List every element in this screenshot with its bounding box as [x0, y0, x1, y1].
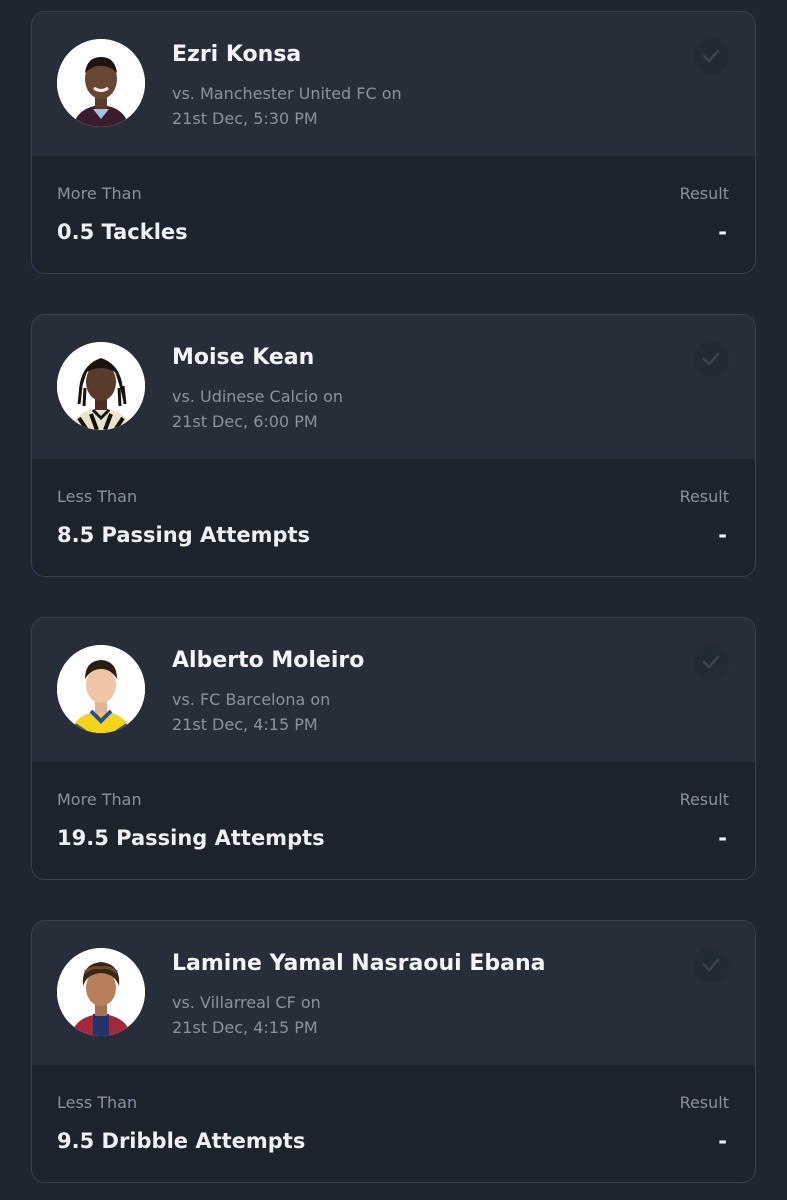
player-name: Alberto Moleiro: [172, 648, 365, 673]
player-name: Ezri Konsa: [172, 42, 302, 67]
pick-card[interactable]: Ezri Konsa vs. Manchester United FC on 2…: [31, 11, 756, 274]
pick-card-body: Less Than Result 9.5 Dribble Attempts -: [32, 1065, 755, 1182]
result-label: Result: [679, 487, 729, 506]
result-label: Result: [679, 1093, 729, 1112]
pick-card-header: Alberto Moleiro vs. FC Barcelona on 21st…: [32, 618, 755, 762]
pick-card[interactable]: Alberto Moleiro vs. FC Barcelona on 21st…: [31, 617, 756, 880]
direction-label: Less Than: [57, 1093, 138, 1112]
direction-label: Less Than: [57, 487, 138, 506]
result-label: Result: [679, 790, 729, 809]
result-value: -: [718, 826, 727, 850]
player-photo-icon: [57, 948, 145, 1036]
result-value: -: [718, 220, 727, 244]
match-datetime: 21st Dec, 4:15 PM: [172, 715, 318, 734]
pick-card-body: More Than Result 19.5 Passing Attempts -: [32, 762, 755, 879]
player-name: Lamine Yamal Nasraoui Ebana: [172, 951, 546, 976]
player-photo-icon: [57, 342, 145, 430]
prop-line: 8.5 Passing Attempts: [57, 523, 311, 547]
direction-label: More Than: [57, 790, 142, 809]
pick-card-header: Moise Kean vs. Udinese Calcio on 21st De…: [32, 315, 755, 459]
player-photo-icon: [57, 39, 145, 127]
check-icon[interactable]: [693, 947, 729, 983]
result-value: -: [718, 523, 727, 547]
result-label: Result: [679, 184, 729, 203]
opponent-line: vs. Udinese Calcio on: [172, 387, 344, 406]
player-name: Moise Kean: [172, 345, 315, 370]
match-datetime: 21st Dec, 5:30 PM: [172, 109, 318, 128]
opponent-line: vs. FC Barcelona on: [172, 690, 331, 709]
pick-card-header: Ezri Konsa vs. Manchester United FC on 2…: [32, 12, 755, 156]
player-avatar: [57, 342, 145, 430]
match-datetime: 21st Dec, 4:15 PM: [172, 1018, 318, 1037]
direction-label: More Than: [57, 184, 142, 203]
prop-line: 19.5 Passing Attempts: [57, 826, 325, 850]
result-value: -: [718, 1129, 727, 1153]
opponent-line: vs. Manchester United FC on: [172, 84, 402, 103]
player-avatar: [57, 948, 145, 1036]
prop-line: 9.5 Dribble Attempts: [57, 1129, 306, 1153]
check-icon[interactable]: [693, 38, 729, 74]
player-avatar: [57, 39, 145, 127]
prop-line: 0.5 Tackles: [57, 220, 188, 244]
match-datetime: 21st Dec, 6:00 PM: [172, 412, 318, 431]
pick-card-body: More Than Result 0.5 Tackles -: [32, 156, 755, 273]
player-avatar: [57, 645, 145, 733]
player-photo-icon: [57, 645, 145, 733]
pick-card-body: Less Than Result 8.5 Passing Attempts -: [32, 459, 755, 576]
pick-card[interactable]: Lamine Yamal Nasraoui Ebana vs. Villarre…: [31, 920, 756, 1183]
pick-card[interactable]: Moise Kean vs. Udinese Calcio on 21st De…: [31, 314, 756, 577]
check-icon[interactable]: [693, 341, 729, 377]
check-icon[interactable]: [693, 644, 729, 680]
pick-card-header: Lamine Yamal Nasraoui Ebana vs. Villarre…: [32, 921, 755, 1065]
opponent-line: vs. Villarreal CF on: [172, 993, 321, 1012]
